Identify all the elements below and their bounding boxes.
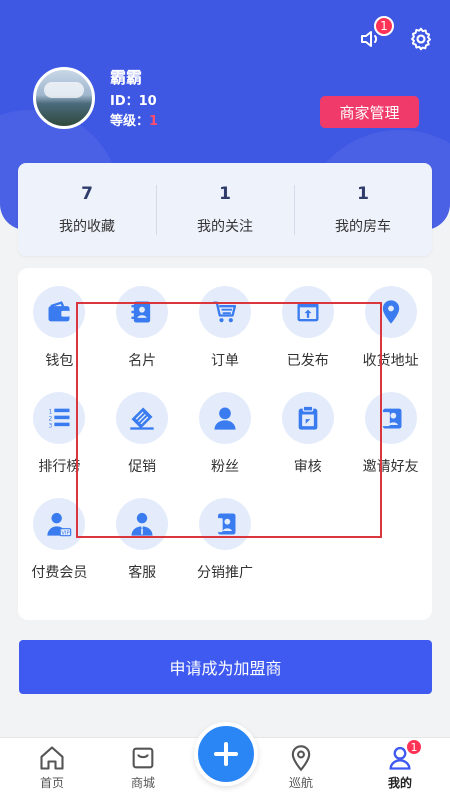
tab-label: 我的 — [387, 776, 412, 790]
menu-label: 粉丝 — [210, 459, 239, 475]
merchant-management-button[interactable]: 商家管理 — [320, 96, 419, 128]
menu-item-ranking[interactable]: 123 排行榜 — [18, 392, 101, 478]
menu-card: 钱包 名片 订单 已发布 收货地址 123 排行榜 促销 粉丝 审核 邀请好友 … — [18, 268, 432, 620]
menu-label: 付费会员 — [31, 565, 88, 581]
tab-label: 巡航 — [288, 776, 313, 790]
stat-value: 7 — [81, 183, 93, 204]
add-button[interactable] — [194, 722, 258, 786]
tab-home[interactable]: 首页 — [17, 744, 87, 791]
invite-icon — [380, 408, 402, 429]
review-icon — [298, 405, 318, 430]
ranking-icon: 123 — [49, 408, 70, 429]
stat-label: 我的房车 — [335, 218, 391, 235]
menu-label: 促销 — [128, 459, 157, 475]
stat-favorites[interactable]: 7 我的收藏 — [18, 163, 156, 256]
menu-item-invite-friends[interactable]: 邀请好友 — [349, 392, 432, 478]
menu-label: 订单 — [210, 353, 239, 369]
menu-item-shipping-address[interactable]: 收货地址 — [349, 286, 432, 372]
profile-badge: 1 — [405, 738, 423, 756]
notification-button[interactable]: 1 — [356, 16, 394, 54]
distribution-icon — [214, 513, 236, 535]
menu-item-distribution[interactable]: 分销推广 — [184, 498, 267, 584]
user-level-label: 等级： — [110, 114, 150, 129]
fans-icon — [214, 407, 236, 430]
menu-label: 分销推广 — [196, 565, 253, 581]
tab-label: 首页 — [39, 776, 64, 790]
home-icon — [40, 746, 64, 770]
user-id: ID：10 — [110, 94, 157, 109]
cruise-icon — [291, 745, 311, 772]
menu-label: 客服 — [128, 565, 157, 581]
cart-icon — [213, 301, 237, 323]
svg-text:3: 3 — [49, 423, 53, 429]
menu-item-fans[interactable]: 粉丝 — [184, 392, 267, 478]
stat-following[interactable]: 1 我的关注 — [156, 163, 294, 256]
svg-text:VIP: VIP — [62, 531, 70, 537]
publish-icon — [297, 302, 319, 322]
tab-label: 商城 — [130, 776, 155, 790]
vip-icon: VIP — [47, 512, 72, 537]
mall-icon — [132, 747, 154, 769]
apply-franchise-button[interactable]: 申请成为加盟商 — [19, 640, 432, 694]
menu-label: 审核 — [293, 459, 322, 475]
menu-label: 收货地址 — [362, 353, 419, 369]
menu-item-published[interactable]: 已发布 — [266, 286, 349, 372]
user-info: 霸霸 ID：10 等级：1 — [110, 64, 158, 132]
wallet-icon — [48, 301, 70, 322]
menu-item-promotion[interactable]: 促销 — [101, 392, 184, 478]
stats-card: 7 我的收藏 1 我的关注 1 我的房车 — [18, 163, 432, 256]
card-icon — [131, 301, 151, 323]
stat-value: 1 — [357, 183, 369, 204]
stat-rv[interactable]: 1 我的房车 — [294, 163, 432, 256]
stat-label: 我的收藏 — [59, 218, 115, 235]
stat-value: 1 — [219, 183, 231, 204]
menu-label: 已发布 — [286, 353, 329, 369]
tab-mall[interactable]: 商城 — [108, 744, 178, 791]
notification-badge: 1 — [374, 16, 394, 36]
avatar[interactable] — [33, 67, 95, 129]
menu-item-business-card[interactable]: 名片 — [101, 286, 184, 372]
user-level-value: 1 — [149, 114, 159, 129]
service-icon — [131, 512, 153, 536]
menu-label: 排行榜 — [38, 459, 81, 475]
promotion-icon — [130, 407, 154, 430]
svg-text:2: 2 — [49, 416, 53, 422]
settings-button[interactable] — [406, 24, 436, 54]
menu-item-wallet[interactable]: 钱包 — [18, 286, 101, 372]
tab-cruise[interactable]: 巡航 — [266, 744, 336, 791]
menu-item-review[interactable]: 审核 — [266, 392, 349, 478]
menu-label: 邀请好友 — [362, 459, 419, 475]
menu-label: 钱包 — [45, 353, 74, 369]
user-level: 等级：1 — [110, 112, 158, 132]
user-name: 霸霸 — [110, 68, 143, 87]
menu-item-orders[interactable]: 订单 — [184, 286, 267, 372]
header-actions: 1 — [356, 16, 436, 54]
menu-item-customer-service[interactable]: 客服 — [101, 498, 184, 584]
svg-text:1: 1 — [49, 409, 53, 415]
tab-profile[interactable]: 1 我的 — [365, 738, 435, 791]
plus-icon — [214, 742, 238, 766]
menu-item-paid-member[interactable]: VIP 付费会员 — [18, 498, 101, 584]
menu-grid: 钱包 名片 订单 已发布 收货地址 123 排行榜 促销 粉丝 审核 邀请好友 … — [18, 286, 432, 584]
menu-label: 名片 — [128, 353, 157, 369]
gear-icon — [411, 27, 431, 51]
location-icon — [382, 300, 399, 324]
stat-label: 我的关注 — [197, 218, 253, 235]
